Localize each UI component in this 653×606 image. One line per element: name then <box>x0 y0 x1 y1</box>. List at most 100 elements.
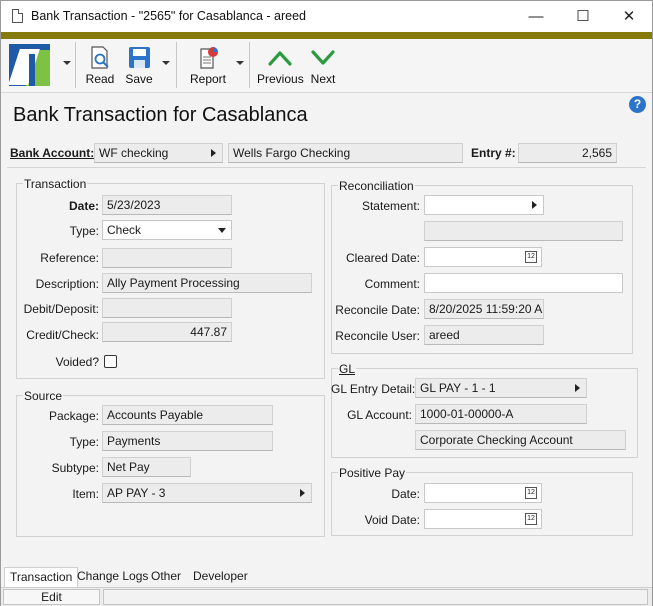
reconcile-user-label: Reconcile User: <box>335 329 420 343</box>
divider <box>7 167 646 168</box>
tab-change-logs[interactable]: Change Logs <box>72 567 153 587</box>
voided-checkbox[interactable] <box>104 355 117 368</box>
calendar-icon[interactable]: 12 <box>525 513 537 525</box>
positive-pay-date-field[interactable]: 12 <box>424 483 542 503</box>
report-icon <box>200 47 218 69</box>
bank-account-name: Wells Fargo Checking <box>233 146 351 160</box>
date-field[interactable]: 5/23/2023 <box>102 195 232 215</box>
document-icon <box>12 9 23 23</box>
entry-number-field: 2,565 <box>518 143 617 163</box>
entry-number-value: 2,565 <box>581 146 612 160</box>
void-date-field[interactable]: 12 <box>424 509 542 529</box>
gl-entry-detail-label: GL Entry Detail: <box>331 382 416 396</box>
read-icon <box>91 46 109 69</box>
bank-account-label: Bank Account: <box>10 146 95 160</box>
credit-check-field[interactable]: 447.87 <box>102 322 232 342</box>
package-label: Package: <box>48 409 99 423</box>
credit-check-label: Credit/Check: <box>26 328 99 342</box>
reconcile-user-value: areed <box>429 328 460 342</box>
maximize-button[interactable]: ☐ <box>560 1 606 32</box>
comment-field[interactable] <box>424 273 623 293</box>
chevron-right-icon[interactable] <box>575 384 580 392</box>
report-dropdown-icon[interactable] <box>236 61 244 65</box>
source-type-value: Payments <box>107 434 161 448</box>
void-date-label: Void Date: <box>364 513 420 527</box>
debit-deposit-label: Debit/Deposit: <box>23 302 99 316</box>
logo-dropdown-icon[interactable] <box>63 61 71 65</box>
comment-label: Comment: <box>364 277 420 291</box>
type-value: Check <box>107 223 142 237</box>
gl-entry-detail-field[interactable]: GL PAY - 1 - 1 <box>415 378 587 398</box>
positive-pay-group-title: Positive Pay <box>338 466 407 480</box>
previous-button[interactable]: Previous <box>257 42 304 90</box>
positive-pay-date-label: Date: <box>391 487 420 501</box>
reconcile-date-field: 8/20/2025 11:59:20 AM <box>424 299 544 319</box>
subtype-value: Net Pay <box>107 460 150 474</box>
chevron-right-icon[interactable] <box>211 149 216 157</box>
calendar-icon[interactable]: 12 <box>525 487 537 499</box>
bank-account-value: WF checking <box>99 146 169 160</box>
help-icon[interactable]: ? <box>629 96 646 113</box>
toolbar-separator <box>249 42 250 88</box>
toolbar-separator <box>75 42 76 88</box>
accent-bar <box>1 32 652 39</box>
gl-account-name: Corporate Checking Account <box>420 433 573 447</box>
reference-field[interactable] <box>102 248 232 268</box>
up-arrow-icon <box>268 51 292 66</box>
chevron-right-icon[interactable] <box>300 489 305 497</box>
description-label: Description: <box>35 277 99 291</box>
cleared-date-field[interactable]: 12 <box>424 247 542 267</box>
app-logo-icon[interactable] <box>9 44 50 86</box>
minimize-button[interactable]: — <box>513 1 559 32</box>
transaction-group-title: Transaction <box>23 177 88 191</box>
previous-label: Previous <box>257 72 304 86</box>
next-button[interactable]: Next <box>307 42 339 90</box>
date-value: 5/23/2023 <box>107 198 161 212</box>
package-value: Accounts Payable <box>107 408 204 422</box>
chevron-right-icon[interactable] <box>532 201 537 209</box>
window-title: Bank Transaction - "2565" for Casablanca… <box>31 9 306 23</box>
statement-field[interactable] <box>424 195 544 215</box>
bank-account-field[interactable]: WF checking <box>94 143 223 163</box>
voided-label: Voided? <box>55 355 99 369</box>
status-mode: Edit <box>3 589 100 605</box>
application-window: Bank Transaction - "2565" for Casablanca… <box>0 0 653 606</box>
down-arrow-icon <box>311 50 335 65</box>
report-label: Report <box>189 72 227 86</box>
cleared-date-label: Cleared Date: <box>345 251 420 265</box>
toolbar-separator <box>176 42 177 88</box>
source-type-label: Type: <box>69 435 99 449</box>
item-label: Item: <box>72 487 99 501</box>
item-field[interactable]: AP PAY - 3 <box>102 483 312 503</box>
reconcile-user-field: areed <box>424 325 544 345</box>
entry-number-label: Entry #: <box>471 146 516 160</box>
credit-check-value: 447.87 <box>190 325 227 339</box>
gl-account-field: 1000-01-00000-A <box>415 404 587 424</box>
page-title: Bank Transaction for Casablanca <box>13 104 308 126</box>
subtype-field: Net Pay <box>102 457 191 477</box>
bottom-tabs: Transaction Change Logs Other Developer <box>1 567 652 587</box>
source-group-title: Source <box>23 389 64 403</box>
gl-account-label: GL Account: <box>347 408 412 422</box>
subtype-label: Subtype: <box>51 461 99 475</box>
tab-developer[interactable]: Developer <box>188 567 253 587</box>
debit-deposit-field[interactable] <box>102 298 232 318</box>
save-dropdown-icon[interactable] <box>162 61 170 65</box>
save-icon <box>129 47 150 68</box>
date-label: Date: <box>68 199 99 213</box>
description-field[interactable]: Ally Payment Processing <box>102 273 312 293</box>
read-button[interactable]: Read <box>83 42 117 90</box>
gl-account-name-field: Corporate Checking Account <box>415 430 626 450</box>
save-label: Save <box>125 72 153 86</box>
tab-transaction[interactable]: Transaction <box>4 567 79 587</box>
description-value: Ally Payment Processing <box>107 276 240 290</box>
calendar-icon[interactable]: 12 <box>525 251 537 263</box>
source-type-field: Payments <box>102 431 273 451</box>
save-button[interactable]: Save <box>121 42 157 90</box>
tab-other[interactable]: Other <box>146 567 186 587</box>
close-button[interactable]: ✕ <box>606 1 652 32</box>
report-button[interactable]: Report <box>187 42 229 90</box>
type-select[interactable]: Check <box>102 220 232 240</box>
type-label: Type: <box>69 224 99 238</box>
chevron-down-icon[interactable] <box>218 228 226 233</box>
